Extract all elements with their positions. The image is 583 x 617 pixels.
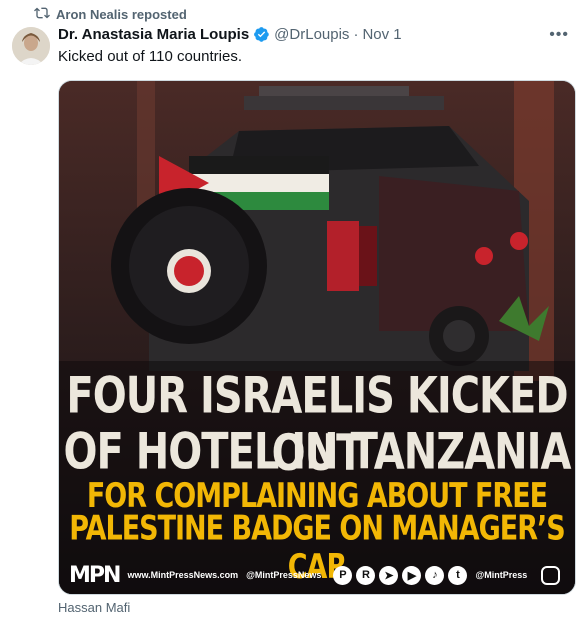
separator-dot: ·: [353, 26, 359, 43]
author-handle[interactable]: @DrLoupis: [274, 26, 349, 43]
tweet-text: Kicked out of 110 countries.: [58, 48, 242, 65]
instagram-icon: [541, 565, 561, 585]
mpn-logo: MPN: [69, 562, 121, 588]
tweet-header: Dr. Anastasia Maria Loupis @DrLoupis · N…: [58, 26, 402, 43]
avatar[interactable]: [12, 27, 50, 65]
social-handle: @MintPressNews: [246, 570, 322, 580]
social-handle-2: @MintPress: [475, 570, 528, 580]
social-icons: P R ➤ ▶ ♪ t: [333, 565, 468, 585]
website-text: www.MintPressNews.com: [127, 570, 239, 580]
youtube-icon: ▶: [402, 565, 422, 585]
patreon-icon: P: [333, 565, 353, 585]
repost-label: Aron Nealis reposted: [56, 7, 187, 22]
tweet-date[interactable]: Nov 1: [362, 26, 401, 43]
tweet-image[interactable]: FOUR ISRAELIS KICKED OUT OF HOTEL IN TAN…: [58, 80, 576, 595]
tiktok-icon: ♪: [425, 565, 445, 585]
rumble-icon: R: [356, 565, 376, 585]
image-footer: MPN www.MintPressNews.com @MintPressNews…: [59, 556, 575, 594]
telegram-icon: ➤: [379, 565, 399, 585]
twitter-icon: t: [448, 565, 468, 585]
verified-badge-icon[interactable]: [253, 26, 270, 43]
more-icon[interactable]: •••: [549, 26, 569, 44]
author-name[interactable]: Dr. Anastasia Maria Loupis: [58, 26, 249, 43]
repost-indicator[interactable]: Aron Nealis reposted: [34, 5, 187, 24]
headline-line-2: OF HOTEL IN TANZANIA: [63, 423, 572, 481]
image-credit: Hassan Mafi: [58, 600, 131, 615]
repost-icon: [34, 5, 50, 24]
